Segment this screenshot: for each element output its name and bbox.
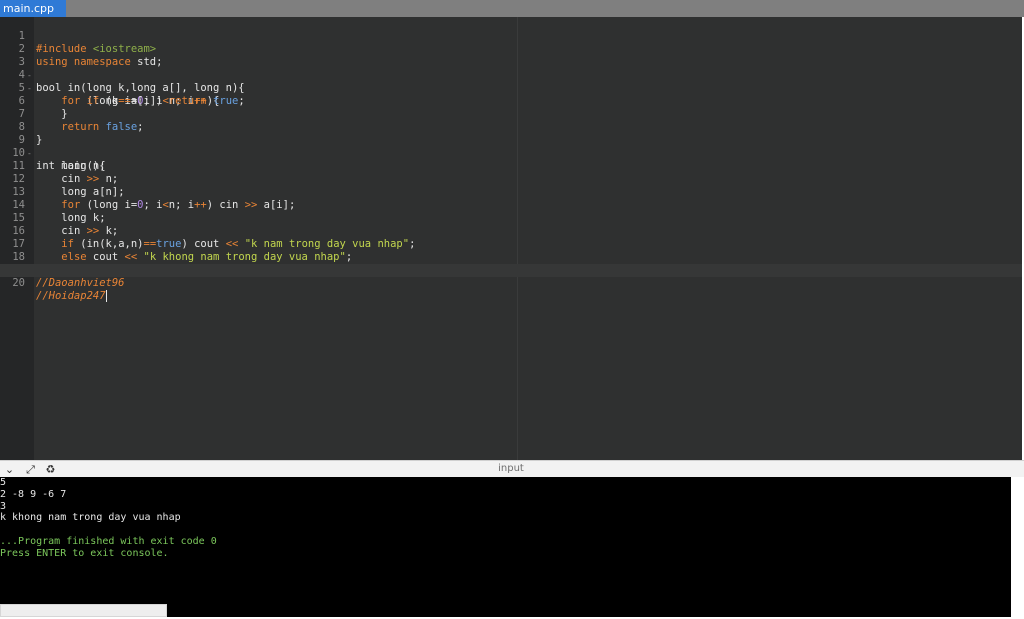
console-exit-message: ...Program finished with exit code 0 <box>0 535 217 547</box>
line-number: 20 <box>12 277 25 289</box>
code-line[interactable]: 15 cin >> k; <box>0 199 1022 237</box>
code-line[interactable]: 14 long k; <box>0 186 1022 224</box>
code-line[interactable]: 19 //Daoanhviet96 <box>0 251 1022 289</box>
code-line[interactable]: 2 using namespace std; <box>0 30 1022 68</box>
code-line[interactable]: 7 return false; <box>0 95 1022 133</box>
code-line[interactable]: 9 - int main(){ <box>0 121 1022 172</box>
code-line[interactable]: 13 for (long i=0; i<n; i++) cin >> a[i]; <box>0 173 1022 211</box>
code-line[interactable]: 1 #include <iostream> <box>0 17 1022 55</box>
code-line[interactable]: 10 long n; <box>0 134 1022 172</box>
console-press-enter: Press ENTER to exit console. <box>0 547 169 559</box>
code-line[interactable]: 6 } <box>0 82 1022 120</box>
tab-main-cpp[interactable]: main.cpp <box>0 0 66 17</box>
code-line[interactable]: 5 if (k==a[i]) return true; <box>0 69 1022 107</box>
console-scrollbar[interactable] <box>1011 477 1022 617</box>
code-line[interactable]: 3 - bool in(long k,long a[], long n){ <box>0 43 1022 94</box>
code-line[interactable]: 16 if (in(k,a,n)==true) cout << "k nam t… <box>0 212 1022 250</box>
console-line: 5 <box>0 477 7 488</box>
code-line[interactable]: 8 } <box>0 108 1022 146</box>
code-line[interactable]: 17 else cout << "k khong nam trong day v… <box>0 225 1022 263</box>
code-line[interactable]: 12 long a[n]; <box>0 160 1022 198</box>
code-comment: //Daoanhviet96 <box>36 277 125 289</box>
code-line[interactable]: 18 } <box>0 238 1022 276</box>
code-line[interactable]: 4 - for (long i=0; i<n; i++){ <box>0 56 1022 107</box>
console-line: 3 <box>0 500 7 512</box>
console-toolbar: ⌄ ⤢ ♻ input <box>0 460 1024 477</box>
console-input-label: input <box>498 463 524 474</box>
tab-bar: main.cpp <box>0 0 1024 17</box>
console-line: 2 -8 9 -6 7 <box>0 488 67 500</box>
console-input-field[interactable] <box>0 604 167 617</box>
console-line: k khong nam trong day vua nhap <box>0 512 181 524</box>
code-line[interactable]: 11 cin >> n; <box>0 147 1022 185</box>
text-cursor <box>105 290 107 302</box>
code-comment: //Hoidap247 <box>36 290 106 302</box>
console-output[interactable]: 5 2 -8 9 -6 7 3 k khong nam trong day vu… <box>0 477 1011 617</box>
code-editor[interactable]: 1 #include <iostream> 2 using namespace … <box>0 17 1022 460</box>
code-line-active[interactable]: 20 //Hoidap247 <box>0 264 1022 302</box>
